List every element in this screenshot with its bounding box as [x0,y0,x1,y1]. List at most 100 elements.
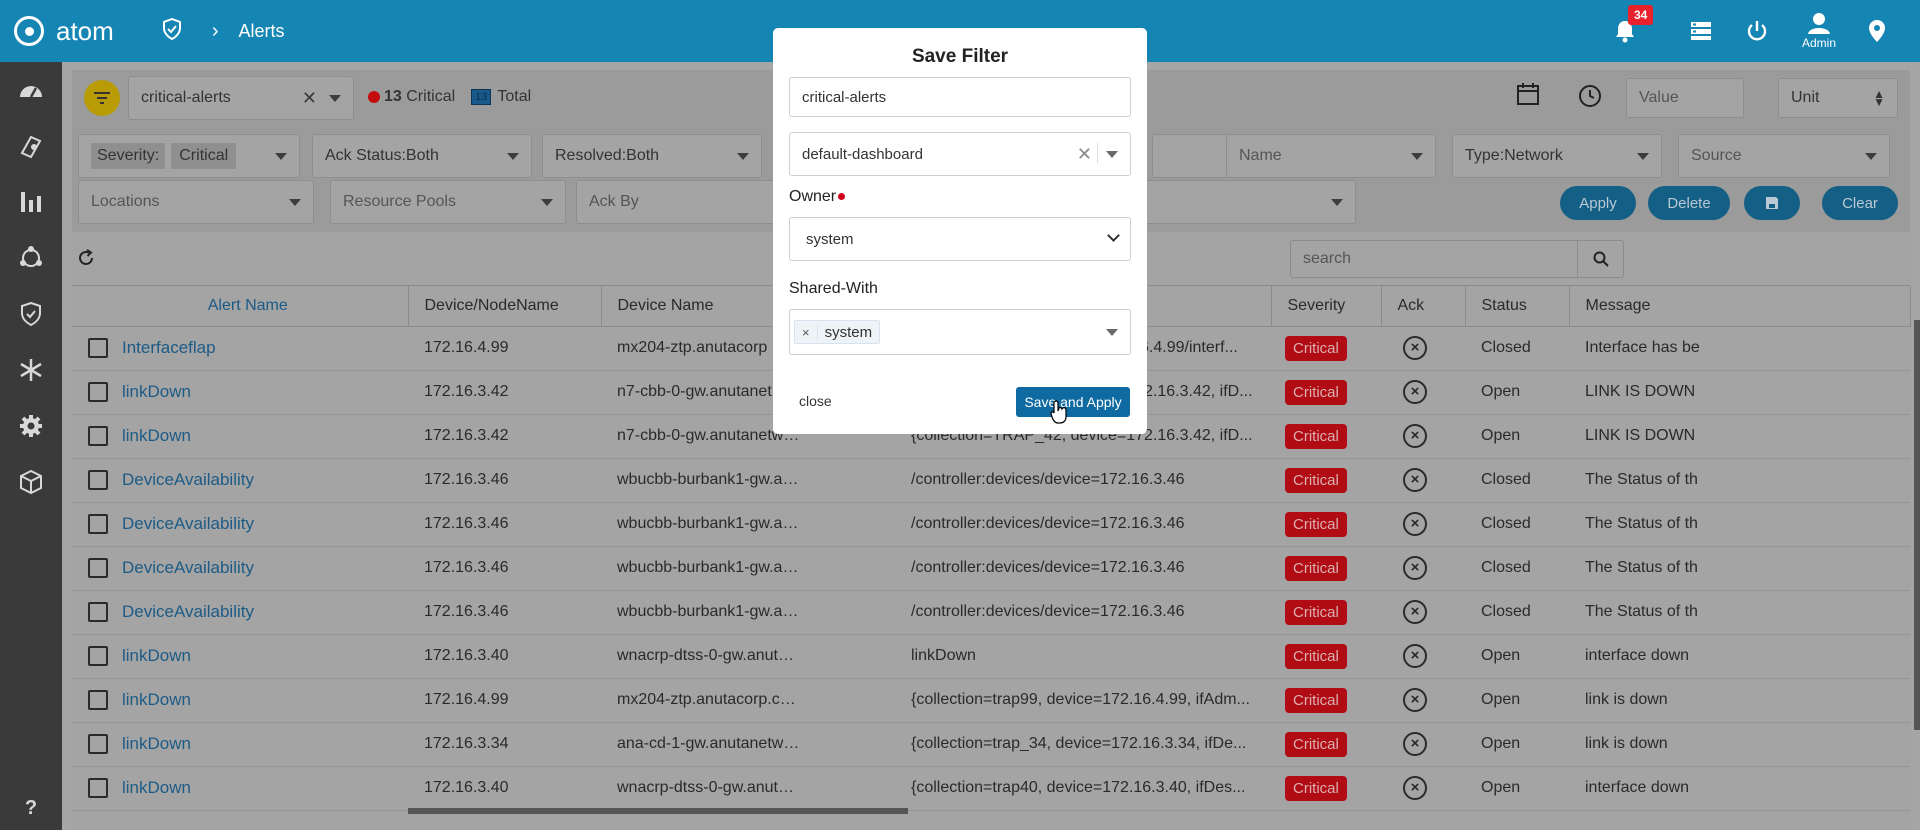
ack-status-select[interactable]: Ack Status:Both [312,134,532,178]
saved-filter-select[interactable]: critical-alerts ✕ [128,76,354,120]
not-acked-icon[interactable]: × [1403,380,1427,404]
sidebar-item-reports[interactable] [0,174,62,230]
table-row[interactable]: linkDown 172.16.4.99 mx204-ztp.anutacorp.c… [72,678,1910,723]
horizontal-scrollbar[interactable] [408,808,908,814]
row-checkbox[interactable] [88,426,108,446]
column-header-device[interactable]: Device Name [601,286,802,327]
not-acked-icon[interactable]: × [1403,732,1427,756]
save-filter-button[interactable] [1744,186,1800,220]
vertical-scrollbar[interactable] [1914,320,1920,730]
value-input[interactable]: Value [1626,78,1744,118]
type-select[interactable]: Type:Network [1452,134,1662,178]
row-checkbox[interactable] [88,338,108,358]
column-header-status[interactable]: Status [1465,286,1570,327]
sidebar-item-dashboard[interactable] [0,62,62,118]
table-row[interactable]: linkDown 172.16.3.40 wnacrp-dtss-0-gw.anut… [72,766,1910,811]
resource-pools-select[interactable]: Resource Pools [330,180,566,224]
dashboard-select[interactable]: default-dashboard ✕ [789,132,1131,176]
row-checkbox[interactable] [88,602,108,622]
not-acked-icon[interactable]: × [1403,424,1427,448]
clear-button[interactable]: Clear [1822,186,1898,220]
unit-select[interactable]: Unit ▲ ▼ [1778,78,1898,118]
sidebar-item-topology[interactable] [0,230,62,286]
not-acked-icon[interactable]: × [1403,776,1427,800]
row-checkbox[interactable] [88,734,108,754]
calendar-button[interactable] [1516,82,1540,111]
table-row[interactable]: linkDown 172.16.3.40 wnacrp-dtss-0-gw.anut… [72,634,1910,679]
owner-select[interactable]: system [789,217,1131,261]
alert-name-link[interactable]: linkDown [122,382,191,401]
filter-toggle-button[interactable] [84,80,120,116]
not-acked-icon[interactable]: × [1403,644,1427,668]
column-header-alert-name[interactable]: Alert Name [72,286,409,327]
column-header-message[interactable]: Message [1569,286,1911,327]
breadcrumb[interactable]: Alerts [238,21,284,42]
ack-by-select[interactable]: Ack By [576,180,796,224]
clear-icon[interactable]: ✕ [1077,144,1092,165]
not-acked-icon[interactable]: × [1403,600,1427,624]
refresh-button[interactable] [76,248,96,273]
location-button[interactable] [1868,19,1886,43]
severity-select[interactable]: Severity: Critical [78,134,300,178]
not-acked-icon[interactable]: × [1403,688,1427,712]
alert-name-link[interactable]: DeviceAvailability [122,514,254,533]
table-row[interactable]: linkDown 172.16.3.34 ana-cd-1-gw.anutanetw… [72,722,1910,767]
power-button[interactable] [1746,20,1768,42]
extra-select[interactable] [1132,180,1356,224]
row-checkbox[interactable] [88,470,108,490]
delete-button[interactable]: Delete [1648,186,1730,220]
column-header-severity[interactable]: Severity [1271,286,1382,327]
name-select[interactable]: Name [1226,134,1436,178]
admin-user-button[interactable]: Admin [1802,12,1836,50]
close-button[interactable]: close [799,393,832,409]
row-checkbox[interactable] [88,646,108,666]
alert-name-link[interactable]: DeviceAvailability [122,558,254,577]
locations-select[interactable]: Locations [78,180,314,224]
alert-name-link[interactable]: linkDown [122,734,191,753]
clock-button[interactable] [1578,84,1602,113]
sidebar-item-compliance[interactable] [0,286,62,342]
alert-name-link[interactable]: linkDown [122,426,191,445]
alert-name-link[interactable]: linkDown [122,646,191,665]
row-checkbox[interactable] [88,690,108,710]
alert-name-link[interactable]: DeviceAvailability [122,470,254,489]
row-checkbox[interactable] [88,558,108,578]
not-acked-icon[interactable]: × [1403,512,1427,536]
apply-button[interactable]: Apply [1560,186,1636,220]
alert-name-link[interactable]: linkDown [122,778,191,797]
filter-name-value: critical-alerts [802,88,887,106]
sidebar-item-settings[interactable] [0,398,62,454]
save-and-apply-button[interactable]: Save and Apply [1016,387,1130,417]
shared-with-select[interactable]: × system [789,309,1131,355]
search-button[interactable] [1577,241,1623,277]
table-row[interactable]: DeviceAvailability 172.16.3.46 wbucbb-burb… [72,502,1910,547]
resolved-select[interactable]: Resolved:Both [542,134,762,178]
row-checkbox[interactable] [88,382,108,402]
logo[interactable]: atom [14,16,114,47]
table-row[interactable]: DeviceAvailability 172.16.3.46 wbucbb-burb… [72,458,1910,503]
alert-name-link[interactable]: Interfaceflap [122,338,216,357]
row-checkbox[interactable] [88,514,108,534]
alert-name-link[interactable]: linkDown [122,690,191,709]
sidebar-item-packages[interactable] [0,454,62,510]
not-acked-icon[interactable]: × [1403,468,1427,492]
not-acked-icon[interactable]: × [1403,556,1427,580]
help-button[interactable]: ? [0,797,62,820]
notifications-button[interactable]: 34 [1614,5,1654,43]
sidebar-item-snowflake[interactable] [0,342,62,398]
remove-tag-icon[interactable]: × [795,324,818,340]
source-select[interactable]: Source [1678,134,1890,178]
table-row[interactable]: DeviceAvailability 172.16.3.46 wbucbb-burb… [72,590,1910,635]
servers-button[interactable] [1690,21,1712,41]
table-row[interactable]: DeviceAvailability 172.16.3.46 wbucbb-burb… [72,546,1910,591]
sidebar-item-inventory[interactable] [0,118,62,174]
row-checkbox[interactable] [88,778,108,798]
clear-icon[interactable]: ✕ [302,88,317,109]
not-acked-icon[interactable]: × [1403,336,1427,360]
alert-name-link[interactable]: DeviceAvailability [122,602,254,621]
column-header-ack[interactable]: Ack [1381,286,1466,327]
filter-name-input[interactable]: critical-alerts [789,77,1131,117]
column-header-node[interactable]: Device/NodeName [408,286,602,327]
shield-icon[interactable] [162,17,182,45]
search-input[interactable]: search [1290,240,1624,278]
